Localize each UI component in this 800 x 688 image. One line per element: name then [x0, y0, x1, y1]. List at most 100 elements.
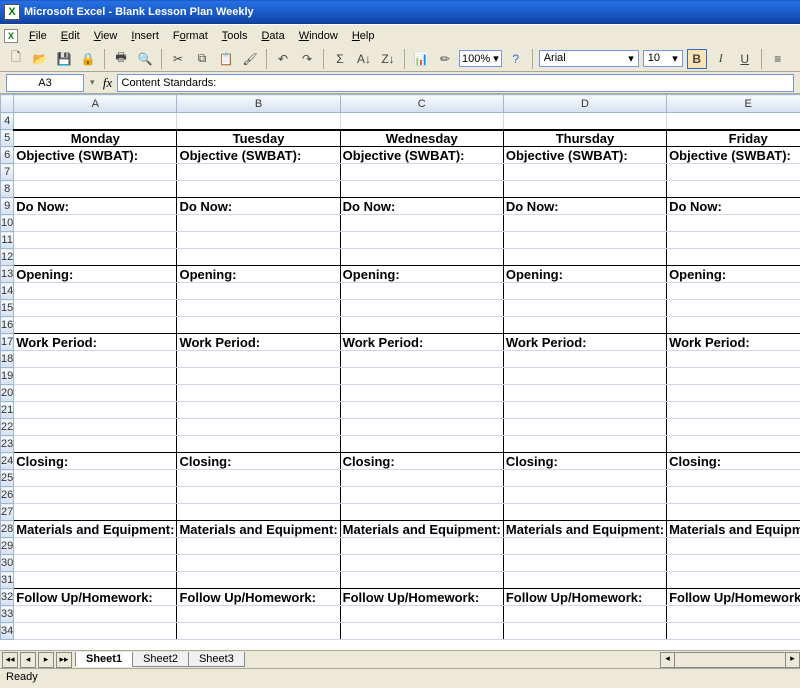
- cell[interactable]: [177, 164, 340, 181]
- cell[interactable]: [340, 300, 503, 317]
- new-icon[interactable]: 🗋: [6, 49, 26, 69]
- cell[interactable]: [667, 487, 800, 504]
- cell[interactable]: [340, 555, 503, 572]
- cell[interactable]: Follow Up/Homework:: [340, 589, 503, 606]
- cell[interactable]: [340, 606, 503, 623]
- font-combo[interactable]: Arial ▾: [539, 50, 639, 67]
- tab-sheet1[interactable]: Sheet1: [75, 652, 133, 667]
- row-header[interactable]: 10: [1, 215, 14, 232]
- cell[interactable]: [503, 164, 666, 181]
- cell[interactable]: [14, 402, 177, 419]
- tab-next-icon[interactable]: ▸: [38, 652, 54, 668]
- save-icon[interactable]: 💾: [54, 49, 74, 69]
- cell[interactable]: [177, 300, 340, 317]
- cell[interactable]: Opening:: [177, 266, 340, 283]
- name-box[interactable]: A3: [6, 74, 84, 92]
- open-icon[interactable]: 📂: [30, 49, 50, 69]
- cell[interactable]: [14, 606, 177, 623]
- row-header[interactable]: 33: [1, 606, 14, 623]
- drawing-icon[interactable]: ✏: [435, 49, 455, 69]
- cell[interactable]: [667, 419, 800, 436]
- paste-icon[interactable]: 📋: [216, 49, 236, 69]
- menu-file[interactable]: File: [22, 28, 54, 44]
- cell[interactable]: [14, 351, 177, 368]
- sort-asc-icon[interactable]: A↓: [354, 49, 374, 69]
- cell[interactable]: [667, 538, 800, 555]
- sum-icon[interactable]: Σ: [330, 49, 350, 69]
- formula-content[interactable]: Content Standards:: [117, 74, 794, 92]
- redo-icon[interactable]: ↷: [297, 49, 317, 69]
- menu-view[interactable]: View: [87, 28, 125, 44]
- menu-insert[interactable]: Insert: [124, 28, 166, 44]
- cell[interactable]: Objective (SWBAT):: [667, 147, 800, 164]
- cell[interactable]: Materials and Equipment:: [503, 521, 666, 538]
- format-painter-icon[interactable]: 🖌: [240, 49, 260, 69]
- cell[interactable]: Opening:: [667, 266, 800, 283]
- cell[interactable]: [503, 487, 666, 504]
- row-header[interactable]: 16: [1, 317, 14, 334]
- cell[interactable]: [14, 368, 177, 385]
- cell[interactable]: Closing:: [340, 453, 503, 470]
- cell[interactable]: Do Now:: [503, 198, 666, 215]
- row-header[interactable]: 17: [1, 334, 14, 351]
- preview-icon[interactable]: 🔍: [135, 49, 155, 69]
- cell[interactable]: [177, 181, 340, 198]
- cell[interactable]: [177, 436, 340, 453]
- row-header[interactable]: 5: [1, 130, 14, 147]
- chart-icon[interactable]: 📊: [411, 49, 431, 69]
- row-header[interactable]: 32: [1, 589, 14, 606]
- cell[interactable]: [14, 300, 177, 317]
- cell[interactable]: [340, 215, 503, 232]
- tab-prev-icon[interactable]: ◂: [20, 652, 36, 668]
- row-header[interactable]: 13: [1, 266, 14, 283]
- cell[interactable]: [14, 181, 177, 198]
- cell[interactable]: Objective (SWBAT):: [14, 147, 177, 164]
- cell[interactable]: [340, 572, 503, 589]
- permission-icon[interactable]: 🔒: [78, 49, 98, 69]
- tab-sheet3[interactable]: Sheet3: [188, 652, 245, 667]
- cell[interactable]: Closing:: [14, 453, 177, 470]
- cell[interactable]: [503, 351, 666, 368]
- cell[interactable]: [177, 555, 340, 572]
- cell[interactable]: [177, 487, 340, 504]
- sort-desc-icon[interactable]: Z↓: [378, 49, 398, 69]
- row-header[interactable]: 34: [1, 623, 14, 640]
- cell[interactable]: [14, 385, 177, 402]
- cell[interactable]: [667, 181, 800, 198]
- cell[interactable]: [503, 300, 666, 317]
- cell[interactable]: [177, 623, 340, 640]
- cell[interactable]: [14, 487, 177, 504]
- cell[interactable]: [340, 317, 503, 334]
- cell[interactable]: [340, 164, 503, 181]
- cell[interactable]: [14, 436, 177, 453]
- cell[interactable]: [503, 215, 666, 232]
- cell[interactable]: [503, 419, 666, 436]
- cell[interactable]: [667, 215, 800, 232]
- cell[interactable]: [503, 368, 666, 385]
- cell[interactable]: [14, 504, 177, 521]
- print-icon[interactable]: 🖶: [111, 49, 131, 69]
- cell[interactable]: [177, 504, 340, 521]
- excel-doc-icon[interactable]: X: [4, 29, 18, 43]
- cell[interactable]: [177, 538, 340, 555]
- cell[interactable]: Materials and Equipment:: [177, 521, 340, 538]
- tab-sheet2[interactable]: Sheet2: [132, 652, 189, 667]
- cell[interactable]: [177, 249, 340, 266]
- tab-first-icon[interactable]: ◂◂: [2, 652, 18, 668]
- cell[interactable]: [177, 470, 340, 487]
- cell[interactable]: [340, 487, 503, 504]
- cell[interactable]: [177, 215, 340, 232]
- cell[interactable]: [340, 368, 503, 385]
- row-header[interactable]: 4: [1, 113, 14, 130]
- cell[interactable]: [667, 351, 800, 368]
- cell[interactable]: [503, 606, 666, 623]
- cell[interactable]: [340, 385, 503, 402]
- cell[interactable]: [14, 572, 177, 589]
- col-header-b[interactable]: B: [177, 95, 340, 113]
- cell[interactable]: [667, 385, 800, 402]
- cell[interactable]: [177, 317, 340, 334]
- cell[interactable]: Follow Up/Homework:: [503, 589, 666, 606]
- cell[interactable]: Work Period:: [340, 334, 503, 351]
- row-header[interactable]: 9: [1, 198, 14, 215]
- row-header[interactable]: 25: [1, 470, 14, 487]
